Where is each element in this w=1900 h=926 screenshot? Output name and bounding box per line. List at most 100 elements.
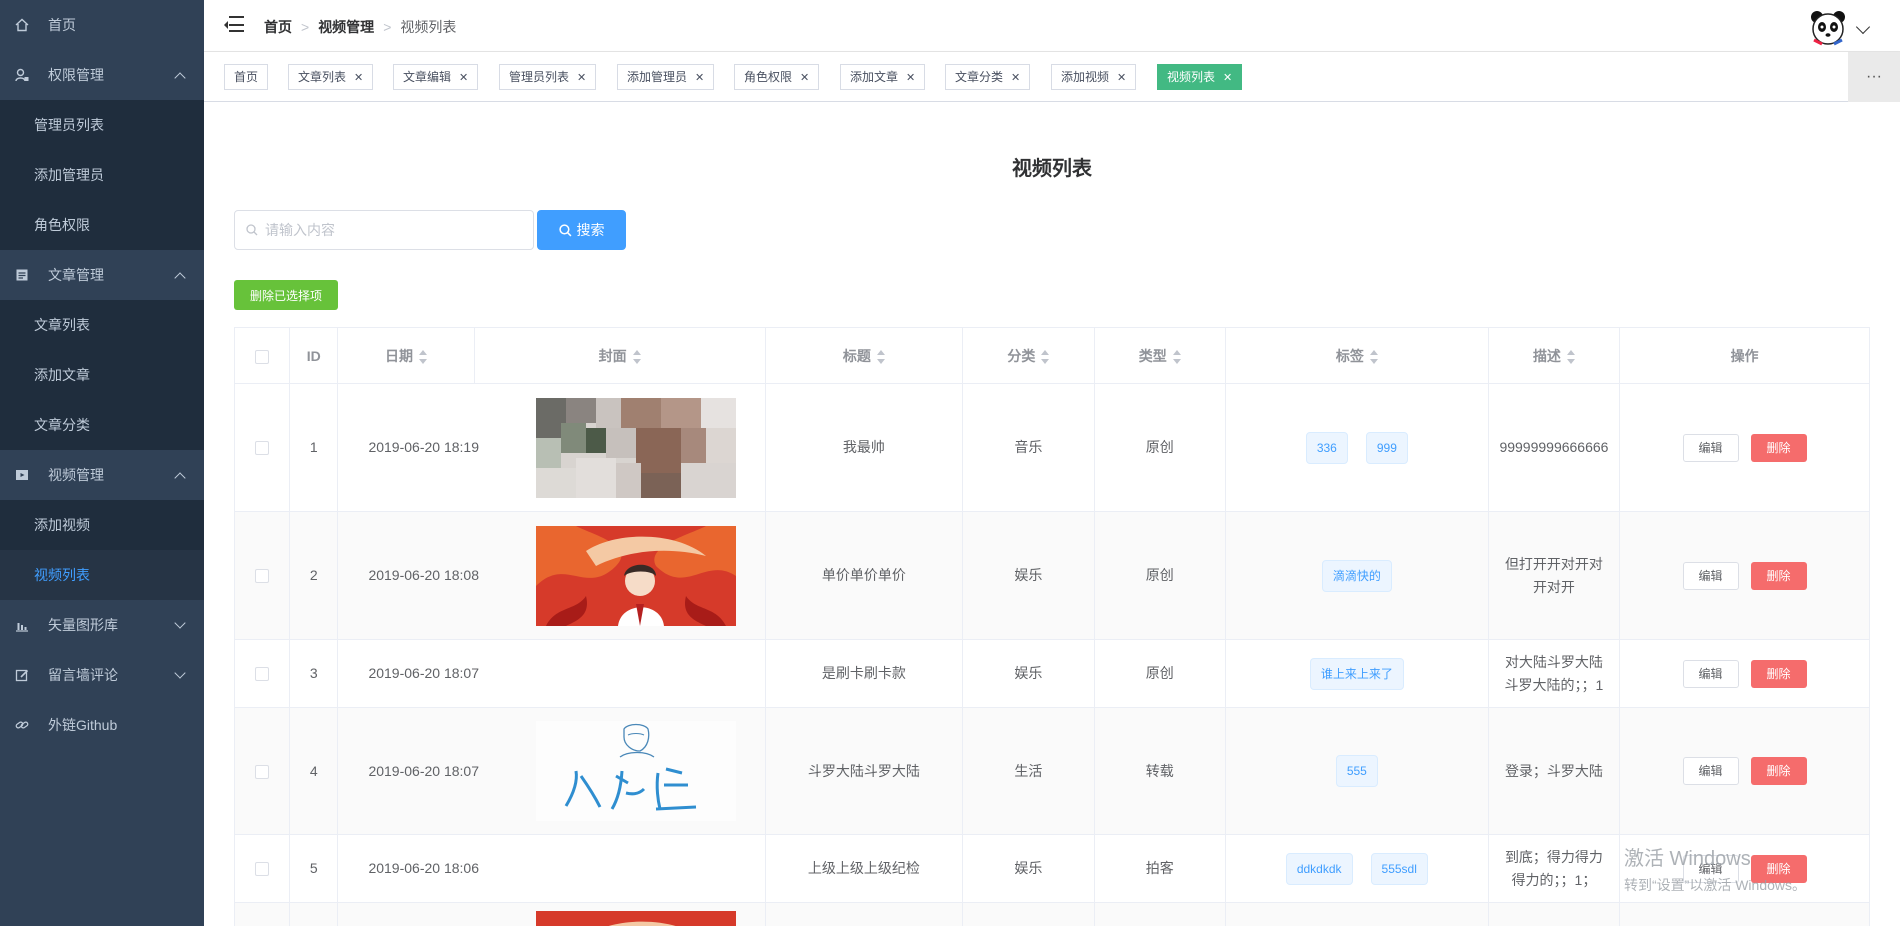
column-header-tags[interactable]: 标签 — [1224, 327, 1489, 384]
sidebar-item-label: 添加文章 — [34, 367, 90, 383]
sidebar-item-label: 留言墙评论 — [48, 667, 118, 683]
sidebar-item-comments[interactable]: 留言墙评论 — [0, 650, 204, 700]
tag-add-video[interactable]: 添加视频 ✕ — [1051, 64, 1137, 90]
column-header-cover[interactable]: 封面 — [473, 327, 766, 384]
sidebar-item-vector-library[interactable]: 矢量图形库 — [0, 600, 204, 650]
column-header-title[interactable]: 标题 — [764, 327, 964, 384]
search-input[interactable] — [234, 210, 534, 250]
close-icon[interactable]: ✕ — [1117, 72, 1126, 84]
edit-button[interactable]: 编辑 — [1682, 854, 1739, 883]
chevron-down-icon[interactable] — [1855, 19, 1871, 35]
hamburger-menu-icon[interactable] — [224, 16, 244, 34]
breadcrumb-item-home[interactable]: 首页 — [264, 17, 292, 37]
tag-article-edit[interactable]: 文章编辑 ✕ — [393, 64, 479, 90]
edit-button[interactable]: 编辑 — [1682, 433, 1739, 462]
sort-icon[interactable] — [632, 349, 641, 364]
cell-title: 上级上级上级纪检 — [764, 834, 964, 903]
tag-pill: 谁上来上来了 — [1309, 657, 1404, 690]
row-checkbox[interactable] — [255, 441, 270, 456]
close-icon[interactable]: ✕ — [1011, 72, 1020, 84]
close-icon[interactable]: ✕ — [1223, 72, 1232, 84]
sort-icon[interactable] — [876, 349, 885, 364]
sidebar-item-role-permissions[interactable]: 角色权限 — [0, 200, 204, 250]
delete-selected-button[interactable]: 删除已选择项 — [234, 280, 338, 310]
sidebar-item-article-category[interactable]: 文章分类 — [0, 400, 204, 450]
cell-type: 原创 — [1093, 639, 1226, 708]
sort-icon[interactable] — [1369, 349, 1378, 364]
sort-icon[interactable] — [1566, 349, 1575, 364]
breadcrumb-item-video-management[interactable]: 视频管理 — [318, 17, 374, 37]
close-icon[interactable]: ✕ — [695, 72, 704, 84]
delete-button[interactable]: 删除 — [1750, 757, 1807, 785]
column-header-description[interactable]: 描述 — [1487, 327, 1621, 384]
delete-button[interactable]: 删除 — [1750, 659, 1807, 688]
tag-article-list[interactable]: 文章列表 ✕ — [288, 64, 374, 90]
tag-video-list[interactable]: 视频列表 ✕ — [1157, 64, 1243, 90]
row-checkbox[interactable] — [255, 862, 270, 877]
sidebar-item-label: 视频管理 — [48, 467, 104, 483]
cell-type: 原创 — [1093, 511, 1226, 640]
edit-button[interactable]: 编辑 — [1682, 659, 1739, 688]
cell-title — [764, 902, 964, 926]
select-all-checkbox[interactable] — [255, 349, 270, 364]
sidebar-item-articles[interactable]: 文章管理 — [0, 250, 204, 300]
sidebar-item-article-list[interactable]: 文章列表 — [0, 300, 204, 350]
column-label: ID — [306, 347, 321, 364]
tag-label: 文章分类 — [955, 70, 1004, 84]
tag-label: 文章编辑 — [403, 70, 452, 84]
sidebar-item-add-article[interactable]: 添加文章 — [0, 350, 204, 400]
cell-id: 5 — [289, 834, 339, 903]
sidebar-item-video-list[interactable]: 视频列表 — [0, 550, 204, 600]
close-icon[interactable]: ✕ — [354, 72, 363, 84]
chevron-up-icon — [174, 72, 186, 84]
tag-home[interactable]: 首页 — [224, 64, 269, 90]
tag-label: 添加视频 — [1061, 70, 1110, 84]
cell-description: 但打开开对开对开对开 — [1487, 511, 1621, 640]
sidebar-item-home[interactable]: 首页 — [0, 0, 204, 50]
delete-button[interactable]: 删除 — [1750, 854, 1807, 883]
row-checkbox[interactable] — [255, 569, 270, 584]
sort-icon[interactable] — [1041, 349, 1050, 364]
cell-actions: 编辑 删除 — [1619, 383, 1870, 512]
search-button[interactable]: 搜索 — [537, 210, 626, 250]
tag-admin-list[interactable]: 管理员列表 ✕ — [499, 64, 597, 90]
sort-icon[interactable] — [419, 349, 427, 364]
sidebar-item-add-admin[interactable]: 添加管理员 — [0, 150, 204, 200]
edit-button[interactable]: 编辑 — [1682, 561, 1739, 590]
sidebar-item-github[interactable]: 外链Github — [0, 700, 204, 750]
sidebar-item-videos[interactable]: 视频管理 — [0, 450, 204, 500]
cell-date: 2019-06-20 18:07 — [368, 762, 479, 779]
sidebar-item-admin-list[interactable]: 管理员列表 — [0, 100, 204, 150]
main-content: 视频列表 搜索 删除已选择项 ID 日期 封面 标题 分类 类型 标 — [204, 102, 1900, 926]
edit-button[interactable]: 编辑 — [1682, 757, 1739, 785]
close-icon[interactable]: ✕ — [577, 72, 586, 84]
delete-button[interactable]: 删除 — [1750, 433, 1807, 462]
row-checkbox[interactable] — [255, 667, 270, 682]
avatar[interactable] — [1808, 8, 1848, 48]
column-header-category[interactable]: 分类 — [962, 327, 1095, 384]
page-title: 视频列表 — [1012, 158, 1092, 180]
app-root: 首页 权限管理 管理员列表 添加管理员 角色权限 文章管理 文章列表 添加文章 … — [0, 0, 1900, 926]
chevron-down-icon — [174, 617, 186, 629]
sidebar-item-permissions[interactable]: 权限管理 — [0, 50, 204, 100]
tag-role-permissions[interactable]: 角色权限 ✕ — [734, 64, 820, 90]
row-checkbox-cell — [233, 834, 291, 903]
sidebar: 首页 权限管理 管理员列表 添加管理员 角色权限 文章管理 文章列表 添加文章 … — [0, 0, 204, 926]
delete-button[interactable]: 删除 — [1750, 561, 1807, 590]
tag-article-category[interactable]: 文章分类 ✕ — [945, 64, 1031, 90]
more-options-icon[interactable]: ··· — [1848, 52, 1900, 102]
tag-add-admin[interactable]: 添加管理员 ✕ — [617, 64, 715, 90]
sort-icon[interactable] — [1172, 349, 1181, 364]
cell-tags: ddkdkdk 555sdl — [1224, 834, 1489, 903]
close-icon[interactable]: ✕ — [906, 72, 915, 84]
close-icon[interactable]: ✕ — [459, 72, 468, 84]
column-header-date[interactable]: 日期 — [337, 327, 475, 384]
column-header-type[interactable]: 类型 — [1093, 327, 1226, 384]
sidebar-item-label: 矢量图形库 — [48, 617, 118, 633]
tag-add-article[interactable]: 添加文章 ✕ — [840, 64, 926, 90]
cell-type: 拍客 — [1093, 834, 1226, 903]
row-checkbox[interactable] — [255, 764, 270, 779]
cell-date-cover: 2019-06-20 18:08 — [337, 511, 766, 640]
sidebar-item-add-video[interactable]: 添加视频 — [0, 500, 204, 550]
close-icon[interactable]: ✕ — [800, 72, 809, 84]
